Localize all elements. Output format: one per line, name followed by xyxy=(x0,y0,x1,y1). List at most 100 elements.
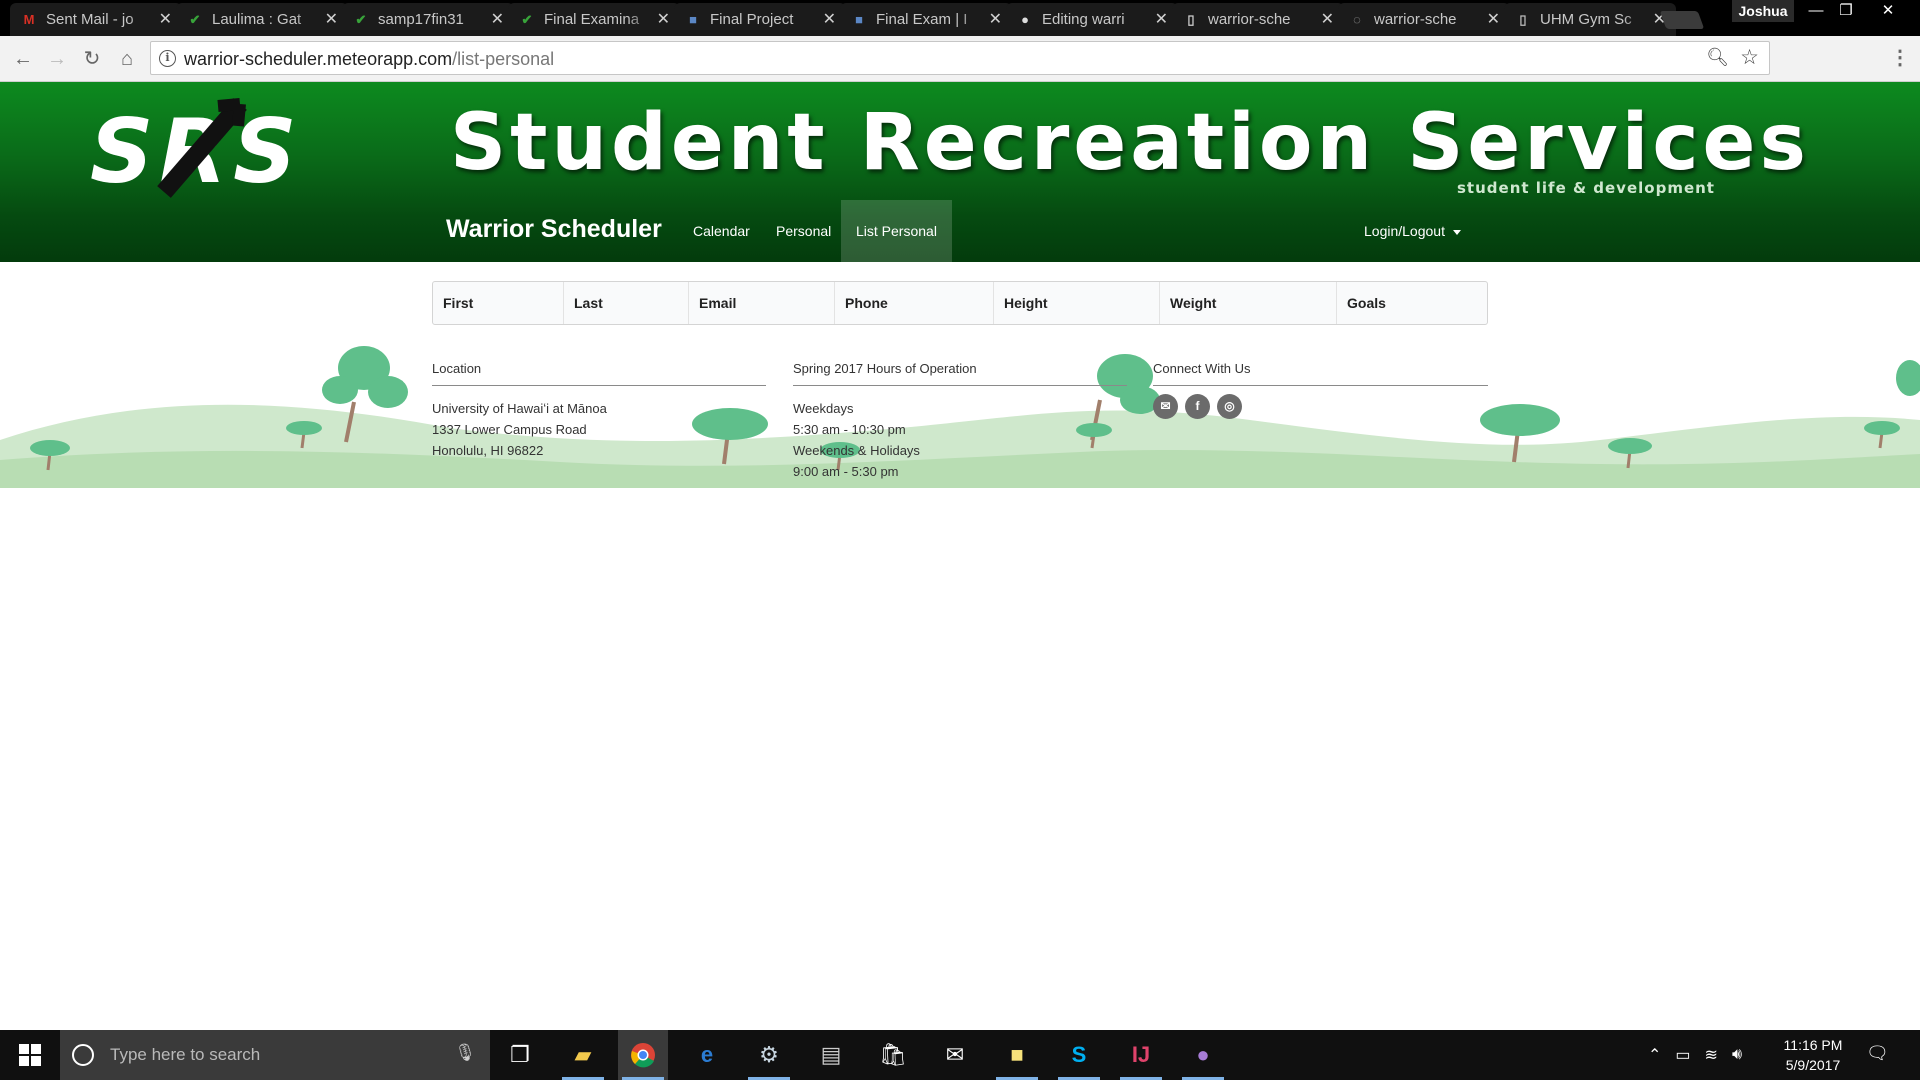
browser-tab-title: Sent Mail - jo xyxy=(46,11,134,28)
instagram-icon[interactable]: ◎ xyxy=(1217,394,1242,419)
browser-tab-title: Final Project xyxy=(710,11,794,28)
new-tab-button[interactable] xyxy=(1659,11,1705,29)
browser-tab[interactable]: ◌ warrior-sche ✕ xyxy=(1338,3,1510,36)
browser-tab[interactable]: ▯ warrior-sche ✕ xyxy=(1172,3,1344,36)
close-tab-icon[interactable]: ✕ xyxy=(989,9,1002,29)
chrome-menu-icon[interactable]: ⋮ xyxy=(1890,45,1910,70)
volume-icon[interactable]: 🔊︎ xyxy=(1732,1046,1742,1064)
srs-logo: SRS xyxy=(90,98,297,198)
laulima-icon: ✔ xyxy=(355,11,367,27)
login-logout-label: Login/Logout xyxy=(1364,223,1445,239)
page-icon: ▯ xyxy=(1519,11,1527,27)
edge-icon[interactable]: e xyxy=(682,1030,732,1080)
site-footer: Location University of Hawaiʻi at Mānoa … xyxy=(0,340,1920,488)
laulima-icon: ✔ xyxy=(521,11,533,27)
column-header-weight[interactable]: Weight xyxy=(1160,282,1337,324)
column-header-goals[interactable]: Goals xyxy=(1337,282,1487,324)
browser-tab-title: Final Examina xyxy=(544,11,640,28)
facebook-icon[interactable]: f xyxy=(1185,394,1210,419)
column-header-phone[interactable]: Phone xyxy=(835,282,994,324)
loading-icon: ◌ xyxy=(1353,12,1361,27)
close-tab-icon[interactable]: ✕ xyxy=(159,9,172,29)
windows-taskbar: Type here to search 🎙︎ ❐ ▰ e ⚙︎ ▤ 🛍︎ ✉ ■… xyxy=(0,1030,1920,1080)
browser-tab[interactable]: ✔ Laulima : Gat ✕ xyxy=(176,3,348,36)
close-tab-icon[interactable]: ✕ xyxy=(491,9,504,29)
task-view-icon[interactable]: ❐ xyxy=(495,1030,545,1080)
steam-icon[interactable]: ⚙︎ xyxy=(744,1030,794,1080)
footer-hours-heading: Spring 2017 Hours of Operation xyxy=(793,358,1127,386)
browser-tab[interactable]: ■ Final Project ✕ xyxy=(674,3,846,36)
taskbar-clock[interactable]: 11:16 PM 5/9/2017 xyxy=(1770,1035,1856,1075)
column-header-first[interactable]: First xyxy=(433,282,564,324)
doc-icon: ■ xyxy=(855,12,863,27)
close-tab-icon[interactable]: ✕ xyxy=(823,9,836,29)
wifi-icon[interactable]: ≋ xyxy=(1705,1045,1718,1065)
footer-connect-heading: Connect With Us xyxy=(1153,358,1488,386)
browser-tab[interactable]: ▯ UHM Gym Sc ✕ xyxy=(1504,3,1676,36)
file-explorer-icon[interactable]: ▰ xyxy=(558,1030,608,1080)
column-header-height[interactable]: Height xyxy=(994,282,1160,324)
battery-icon[interactable]: ▭ xyxy=(1675,1045,1690,1065)
intellij-icon[interactable]: IJ xyxy=(1116,1030,1166,1080)
browser-tab[interactable]: ✔ Final Examina ✕ xyxy=(508,3,680,36)
nav-personal[interactable]: Personal xyxy=(761,200,846,262)
footer-location-line: Honolulu, HI 96822 xyxy=(432,443,544,458)
site-info-icon[interactable]: i xyxy=(159,50,176,67)
browser-toolbar: ← → ↻ ⌂ i warrior-scheduler.meteorapp.co… xyxy=(0,36,1920,82)
banner-subtitle: student life & development xyxy=(1457,179,1715,197)
close-tab-icon[interactable]: ✕ xyxy=(1321,9,1334,29)
github-desktop-icon[interactable]: ● xyxy=(1178,1030,1228,1080)
browser-tab-title: UHM Gym Sc xyxy=(1540,11,1632,28)
footer-location-heading: Location xyxy=(432,358,766,386)
profile-button[interactable]: Joshua xyxy=(1732,0,1794,22)
zoom-icon[interactable]: 🔍︎ xyxy=(1706,47,1729,68)
chrome-icon[interactable] xyxy=(618,1030,668,1080)
close-tab-icon[interactable]: ✕ xyxy=(325,9,338,29)
browser-tab[interactable]: ■ Final Exam | I ✕ xyxy=(840,3,1012,36)
close-tab-icon[interactable]: ✕ xyxy=(657,9,670,29)
browser-tab[interactable]: M Sent Mail - jo ✕ xyxy=(10,3,182,36)
login-logout-dropdown[interactable]: Login/Logout xyxy=(1364,200,1461,262)
footer-hours-line: Weekends & Holidays xyxy=(793,443,920,458)
start-button[interactable] xyxy=(0,1030,60,1080)
caret-down-icon xyxy=(1452,229,1461,235)
action-center-icon[interactable]: 🗨︎ xyxy=(1866,1043,1889,1064)
bookmark-star-icon[interactable]: ☆ xyxy=(1740,45,1759,70)
browser-tab-title: samp17fin31 xyxy=(378,11,464,28)
footer-hours-line: 5:30 am - 10:30 pm xyxy=(793,422,906,437)
browser-tab[interactable]: ● Editing warri ✕ xyxy=(1006,3,1178,36)
column-header-last[interactable]: Last xyxy=(564,282,689,324)
skype-icon[interactable]: S xyxy=(1054,1030,1104,1080)
email-icon[interactable]: ✉ xyxy=(1153,394,1178,419)
brand-link[interactable]: Warrior Scheduler xyxy=(446,215,662,244)
chevron-up-icon[interactable]: ⌃ xyxy=(1648,1045,1661,1065)
microphone-icon[interactable]: 🎙︎ xyxy=(454,1043,476,1063)
column-header-email[interactable]: Email xyxy=(689,282,835,324)
browser-tab-title: warrior-sche xyxy=(1208,11,1291,28)
close-window-icon[interactable]: ✕ xyxy=(1868,0,1908,22)
close-tab-icon[interactable]: ✕ xyxy=(1155,9,1168,29)
taskbar-search[interactable]: Type here to search 🎙︎ xyxy=(60,1030,490,1080)
browser-tab[interactable]: ✔ samp17fin31 ✕ xyxy=(342,3,514,36)
browser-tab-title: warrior-sche xyxy=(1374,11,1457,28)
footer-connect: Connect With Us ✉ f ◎ xyxy=(1153,358,1488,419)
close-tab-icon[interactable]: ✕ xyxy=(1487,9,1500,29)
gmail-icon: M xyxy=(23,12,35,27)
mail-icon[interactable]: ✉ xyxy=(930,1030,980,1080)
nav-list-personal[interactable]: List Personal xyxy=(841,200,952,262)
address-bar[interactable]: i warrior-scheduler.meteorapp.com/list-p… xyxy=(150,41,1770,75)
nav-calendar[interactable]: Calendar xyxy=(678,200,765,262)
store-icon[interactable]: 🛍︎ xyxy=(868,1030,918,1080)
home-icon[interactable]: ⌂ xyxy=(114,46,140,72)
cortana-icon[interactable] xyxy=(72,1044,94,1066)
windows-logo-icon xyxy=(19,1044,41,1066)
back-icon[interactable]: ← xyxy=(10,46,36,72)
forward-icon[interactable]: → xyxy=(44,46,70,72)
sticky-notes-icon[interactable]: ■ xyxy=(992,1030,1042,1080)
page-icon: ▯ xyxy=(1187,11,1195,27)
taskbar-search-placeholder: Type here to search xyxy=(110,1045,261,1064)
restore-icon[interactable]: ❐ xyxy=(1826,0,1866,22)
reload-icon[interactable]: ↻ xyxy=(79,46,105,72)
footer-location-line: University of Hawaiʻi at Mānoa xyxy=(432,401,607,416)
terminal-icon[interactable]: ▤ xyxy=(806,1030,856,1080)
